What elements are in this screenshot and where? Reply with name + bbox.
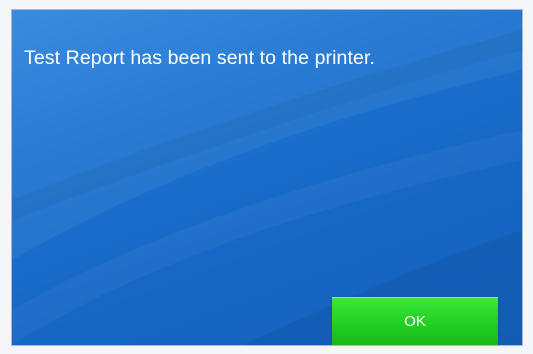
screen: Test Report has been sent to the printer… [0, 0, 533, 354]
dialog-message: Test Report has been sent to the printer… [24, 47, 375, 69]
ok-button[interactable]: OK [332, 297, 498, 345]
confirmation-dialog: Test Report has been sent to the printer… [12, 10, 522, 345]
